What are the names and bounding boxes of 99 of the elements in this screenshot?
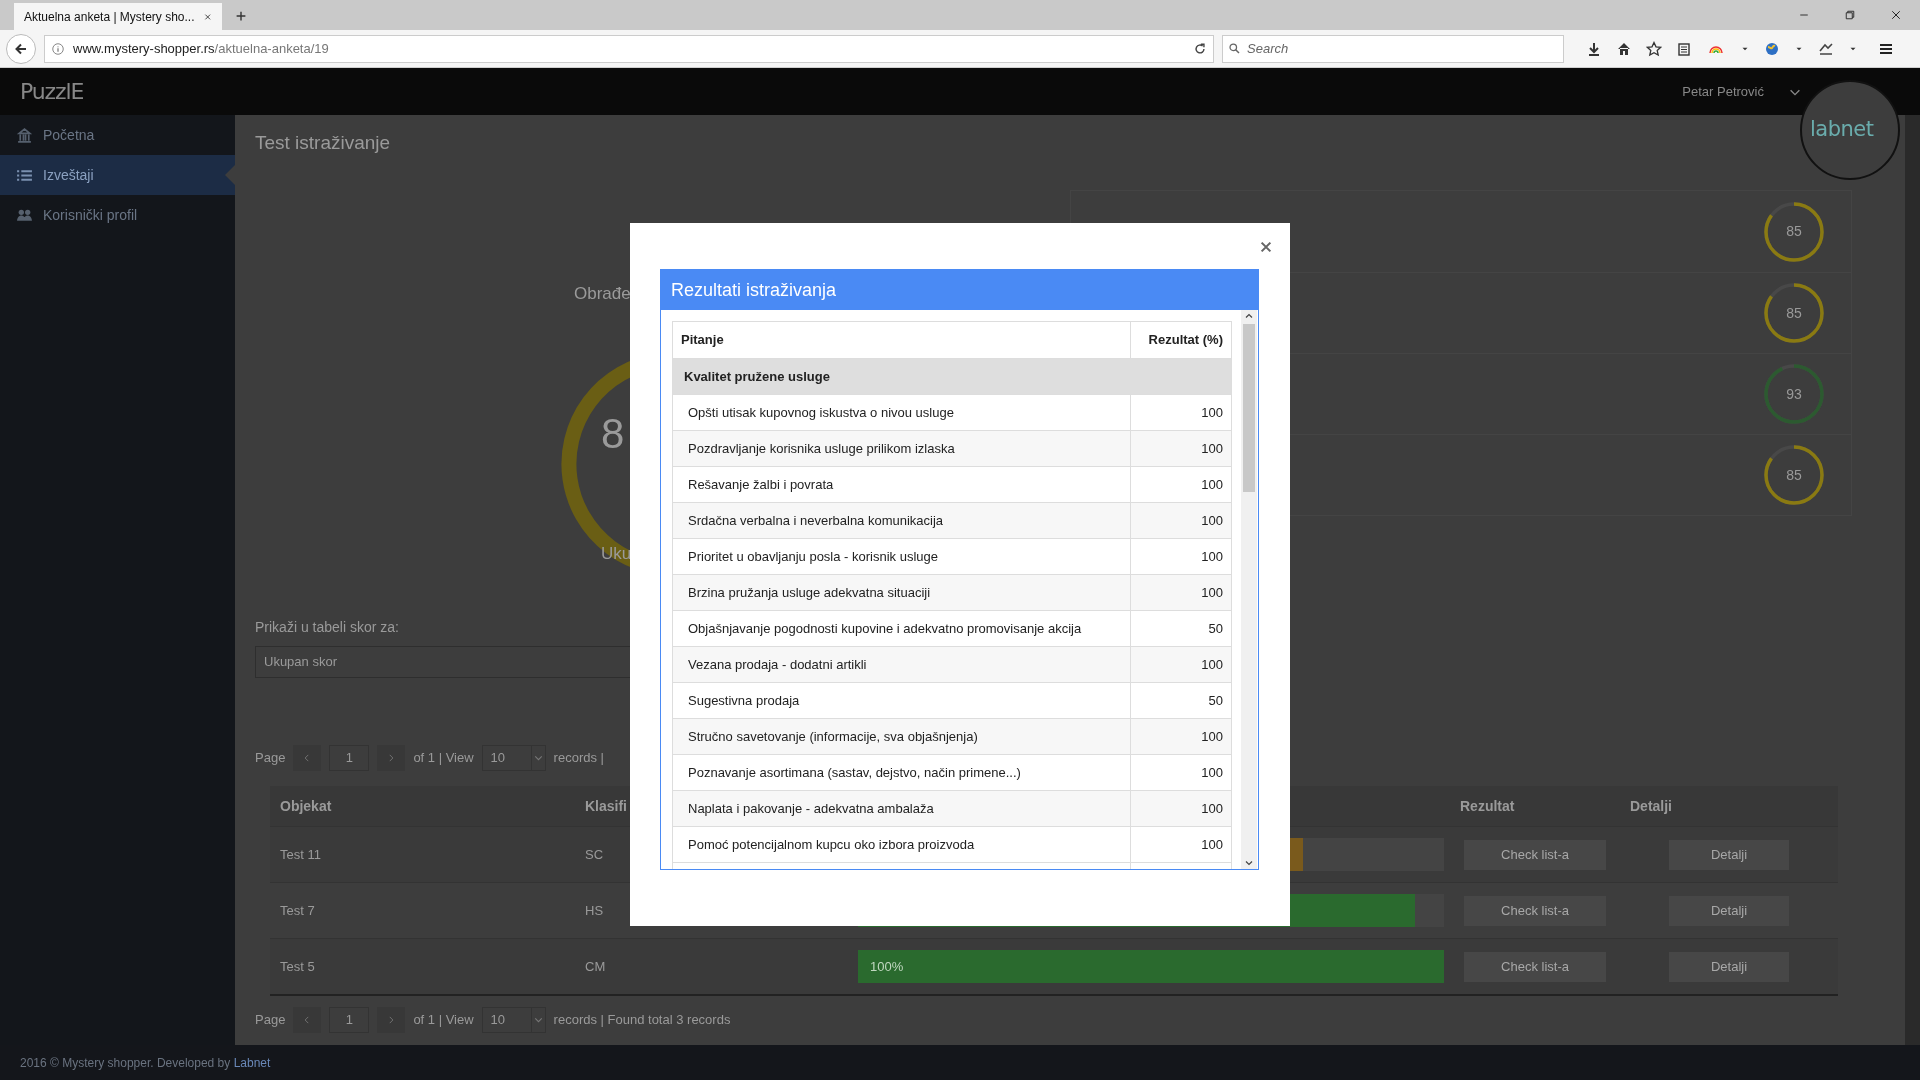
score-value: 85 (1786, 303, 1802, 323)
result-cell-text: 50 (1208, 691, 1223, 710)
page-label: Page (255, 749, 286, 768)
score-ring (1763, 282, 1825, 344)
scroll-thumb[interactable] (1243, 324, 1255, 492)
sidebar-item[interactable]: Početna (0, 115, 235, 155)
back-button[interactable] (6, 33, 36, 64)
user-name[interactable]: Petar Petrović (1682, 81, 1764, 102)
info-icon[interactable] (51, 41, 65, 56)
question-cell-text: Objašnjavanje pogodnosti kupovine i adekvatno promovisanje akcija (688, 619, 1082, 638)
result-cell-text: 100 (1201, 475, 1223, 494)
result-cell-text: 100 (1201, 403, 1223, 422)
question-cell-text: Vezana prodaja - dodatni artikli (688, 655, 867, 674)
new-tab-icon[interactable] (234, 9, 248, 23)
details-button[interactable]: Detalji (1669, 895, 1789, 926)
page-title: Test istraživanje (255, 131, 391, 155)
result-cell-text: 100 (1201, 835, 1223, 854)
clipboard-icon[interactable] (1676, 40, 1692, 57)
column-header: Detalji (1630, 797, 1672, 814)
result-cell-text: 100 (1201, 799, 1223, 818)
sidebar-item[interactable]: Korisnički profil (0, 195, 235, 235)
question-cell-text: Prioritet u obavljanju posla - korisnik usluge (688, 547, 938, 566)
progress-fill: 100% (858, 950, 1444, 983)
column-header: Rezultat (%) (1148, 331, 1223, 350)
column-header: Klasifi (585, 797, 627, 814)
details-button[interactable]: Detalji (1669, 951, 1789, 982)
question-cell-text: Srdačna verbalna i neverbalna komunikacija (688, 511, 944, 530)
browser-tab[interactable]: Aktuelna anketa | Mystery sho... (14, 3, 222, 30)
column-header: Pitanje (681, 331, 724, 350)
score-value: 85 (1786, 465, 1802, 485)
summary-value: 8 (601, 409, 625, 459)
question-cell-text: Poznavanje asortimana (sastav, dejstvo, način primene...) (688, 763, 1021, 782)
result-cell-text: 50 (1208, 619, 1223, 638)
records-text: records | Found total 3 records (553, 1011, 731, 1030)
details-button[interactable]: Detalji (1669, 839, 1789, 870)
restore-icon[interactable] (1844, 9, 1856, 21)
result-cell-text: 100 (1201, 511, 1223, 530)
question-cell-text: Sugestivna prodaja (688, 691, 800, 710)
page-label: Page (255, 1011, 286, 1030)
checklist-button[interactable]: Check list-a (1464, 839, 1606, 870)
close-icon (1259, 240, 1273, 254)
checklist-button[interactable]: Check list-a (1464, 951, 1606, 982)
home-icon[interactable] (1616, 40, 1632, 57)
checklist-button[interactable]: Check list-a (1464, 895, 1606, 926)
panel-title: Rezultati istraživanja (661, 270, 1258, 310)
summary-label: Obrađe (574, 283, 631, 305)
page-input[interactable]: 1 (329, 1007, 370, 1033)
page-scrollbar[interactable] (1905, 115, 1920, 1045)
question-cell-text: Pomoć potencijalnom kupcu oko izbora proizvoda (688, 835, 975, 854)
per-page-select[interactable]: 10 (481, 745, 546, 771)
result-cell-text: 100 (1201, 583, 1223, 602)
scrollbar[interactable] (1241, 310, 1257, 869)
url-text: www.mystery-shopper.rs/aktuelna-anketa/19 (73, 39, 330, 58)
score-value: 93 (1786, 384, 1802, 404)
page-count: of 1 | View (413, 749, 474, 768)
table-cell: HS (585, 902, 604, 918)
table-cell: Test 5 (280, 958, 315, 974)
table-cell: Test 11 (280, 846, 321, 862)
score-ring (1763, 363, 1825, 425)
records-text: records | (553, 749, 604, 768)
page-count: of 1 | View (413, 1011, 474, 1030)
question-cell-text: Stručno savetovanje (informacije, sva objašnjenja) (688, 727, 978, 746)
reload-icon[interactable] (1193, 41, 1207, 56)
footer-text: 2016 © Mystery shopper. Developed by Labnet (20, 1054, 271, 1072)
search-icon (1228, 41, 1241, 55)
search-field[interactable]: Search (1222, 34, 1564, 63)
question-cell-text: Naplata i pakovanje - adekvatna ambalaža (688, 799, 934, 818)
download-icon[interactable] (1586, 40, 1602, 57)
app-logo[interactable]: PuzzlE (20, 75, 84, 108)
column-header: Objekat (280, 797, 332, 814)
star-icon[interactable] (1646, 40, 1662, 57)
result-cell-text: 100 (1201, 763, 1223, 782)
result-cell-text: 100 (1201, 439, 1223, 458)
table-cell: CM (585, 958, 606, 974)
question-cell-text: Pozdravljanje korisnika usluge prilikom izlaska (688, 439, 955, 458)
table-cell: Test 7 (280, 902, 315, 918)
bank-icon (16, 126, 33, 144)
footer-link[interactable]: Labnet (233, 1055, 271, 1070)
score-ring (1763, 200, 1825, 263)
address-bar[interactable]: www.mystery-shopper.rs/aktuelna-anketa/19 (44, 34, 1214, 63)
question-cell-text: Rešavanje žalbi i povrata (688, 475, 834, 494)
question-cell-text: Opšti utisak kupovnog iskustva o nivou usluge (688, 403, 954, 422)
column-header: Rezultat (1460, 797, 1515, 814)
sidebar-item[interactable]: Izveštaji (0, 155, 235, 195)
close-window-icon[interactable] (1890, 9, 1902, 21)
caret-icon (530, 1008, 545, 1032)
score-ring (1763, 444, 1825, 506)
caret-icon (530, 746, 545, 770)
summary-caption: Uku (601, 543, 632, 565)
per-page-select[interactable]: 10 (481, 1007, 546, 1033)
score-value: 85 (1786, 222, 1802, 241)
table-cell: SC (585, 846, 604, 862)
page-input[interactable]: 1 (329, 745, 370, 771)
filter-label: Prikaži u tabeli skor za: (255, 618, 399, 637)
result-cell-text: 100 (1201, 727, 1223, 746)
section-heading: Kvalitet pružene usluge (684, 367, 830, 386)
result-cell-text: 100 (1201, 547, 1223, 566)
question-cell-text: Brzina pružanja usluge adekvatna situaciji (688, 583, 931, 602)
result-cell-text: 100 (1201, 655, 1223, 674)
